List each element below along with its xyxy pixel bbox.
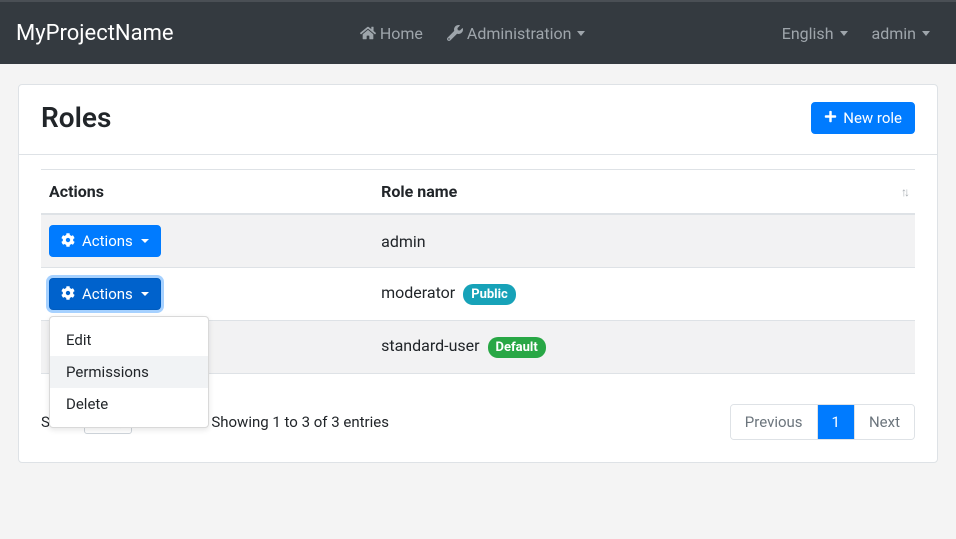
new-role-button[interactable]: New role: [811, 102, 915, 134]
nav-home-label: Home: [380, 24, 423, 43]
card-body: Actions Role name ↑↓ ActionsadminActions…: [19, 155, 937, 462]
card-header: Roles New role: [19, 85, 937, 155]
table-info: Showing 1 to 3 of 3 entries: [211, 413, 389, 431]
col-role-name[interactable]: Role name ↑↓: [373, 170, 915, 215]
actions-cell: ActionsEditPermissionsDelete: [41, 268, 373, 321]
dropdown-item-edit[interactable]: Edit: [50, 324, 208, 356]
sort-icon: ↑↓: [901, 186, 907, 198]
col-actions[interactable]: Actions: [41, 170, 373, 215]
page-1-button[interactable]: 1: [818, 405, 855, 439]
chevron-down-icon: [577, 31, 585, 36]
pagination: Previous 1 Next: [730, 404, 915, 440]
new-role-label: New role: [843, 109, 902, 127]
page-title: Roles: [41, 101, 111, 134]
role-name: admin: [381, 232, 425, 251]
previous-button[interactable]: Previous: [731, 405, 818, 439]
roles-card: Roles New role Actions Role name ↑↓: [18, 84, 938, 463]
nav-user-label: admin: [872, 24, 916, 43]
home-icon: [360, 25, 376, 41]
page-container: Roles New role Actions Role name ↑↓: [0, 64, 956, 483]
navbar: MyProjectName Home Administration Englis…: [0, 0, 956, 64]
wrench-icon: [447, 25, 463, 41]
actions-wrapper: ActionsEditPermissionsDelete: [49, 278, 365, 310]
brand[interactable]: MyProjectName: [16, 16, 174, 51]
actions-dropdown-menu: EditPermissionsDelete: [49, 316, 209, 428]
role-name-cell: moderator Public: [373, 268, 915, 321]
dropdown-item-permissions[interactable]: Permissions: [50, 356, 208, 388]
actions-dropdown-button[interactable]: Actions: [49, 278, 161, 310]
role-badge: Public: [463, 284, 516, 305]
role-name: moderator: [381, 283, 455, 302]
actions-cell: Actions: [41, 214, 373, 268]
plus-icon: [824, 110, 840, 126]
role-name-cell: standard-user Default: [373, 321, 915, 374]
table-row: ActionsEditPermissionsDeletemoderator Pu…: [41, 268, 915, 321]
gear-icon: [61, 233, 77, 249]
col-role-name-label: Role name: [381, 182, 457, 201]
table-row: Actions admin: [41, 214, 915, 268]
actions-button-label: Actions: [82, 232, 133, 250]
nav-right: English admin: [772, 16, 940, 51]
chevron-down-icon: [840, 31, 848, 36]
role-badge: Default: [488, 337, 546, 358]
dropdown-item-delete[interactable]: Delete: [50, 388, 208, 420]
roles-table: Actions Role name ↑↓ ActionsadminActions…: [41, 169, 915, 374]
chevron-down-icon: [922, 31, 930, 36]
nav-administration-label: Administration: [467, 24, 572, 43]
nav-language[interactable]: English: [772, 16, 858, 51]
gear-icon: [61, 286, 77, 302]
nav-language-label: English: [782, 24, 834, 43]
actions-dropdown-button[interactable]: Actions: [49, 225, 161, 257]
role-name: standard-user: [381, 336, 479, 355]
chevron-down-icon: [141, 239, 149, 243]
chevron-down-icon: [141, 292, 149, 296]
nav-home[interactable]: Home: [350, 16, 433, 51]
actions-button-label: Actions: [82, 285, 133, 303]
actions-wrapper: Actions: [49, 225, 365, 257]
nav-administration[interactable]: Administration: [437, 16, 596, 51]
nav-user[interactable]: admin: [862, 16, 940, 51]
nav-center: Home Administration: [350, 16, 596, 51]
next-button[interactable]: Next: [855, 405, 914, 439]
role-name-cell: admin: [373, 214, 915, 268]
